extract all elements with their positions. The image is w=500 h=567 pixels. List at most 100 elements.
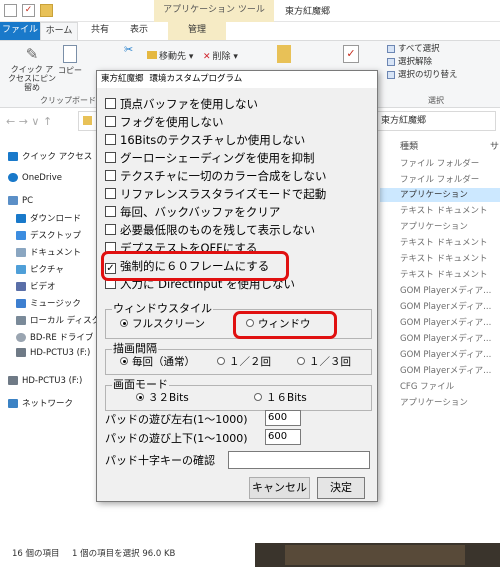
tab-home[interactable]: ホーム bbox=[40, 22, 78, 40]
delete-button[interactable]: ✕ 削除 ▾ bbox=[203, 49, 238, 62]
file-row[interactable]: テキスト ドキュメント bbox=[400, 252, 487, 264]
file-row[interactable]: GOM Playerメディア... bbox=[400, 348, 491, 360]
checkbox-box[interactable] bbox=[105, 98, 116, 109]
move-to-button[interactable]: 移動先 ▾ bbox=[147, 49, 193, 62]
nav-item-desktop[interactable]: デスクトップ bbox=[16, 229, 81, 241]
pad-cross-input[interactable] bbox=[228, 451, 370, 469]
pad-ud-label: パッドの遊び上下(1〜1000) bbox=[105, 432, 248, 445]
tab-view[interactable]: 表示 bbox=[120, 22, 158, 40]
properties-large-icon[interactable]: ✓ bbox=[343, 45, 359, 63]
file-row[interactable]: アプリケーション bbox=[400, 396, 468, 408]
document-icon bbox=[16, 248, 26, 257]
checkbox-16bit-textures[interactable]: 16Bitsのテクスチャしか使用しない bbox=[105, 133, 305, 149]
pad-cross-label: パッド十字キーの確認 bbox=[105, 454, 215, 467]
file-row[interactable]: ファイル フォルダー bbox=[400, 173, 479, 185]
invert-selection-icon bbox=[387, 70, 395, 79]
checkbox-box[interactable] bbox=[105, 224, 116, 235]
explorer-titlebar: ✓ アプリケーション ツール 東方紅魔郷 bbox=[0, 0, 500, 22]
checkbox-box[interactable] bbox=[105, 206, 116, 217]
pad-ud-input[interactable]: 600 bbox=[265, 429, 301, 445]
nav-item-documents[interactable]: ドキュメント bbox=[16, 246, 81, 258]
radio-16bits[interactable]: １６Bits bbox=[254, 392, 307, 405]
properties-icon[interactable]: ✓ bbox=[22, 4, 35, 17]
file-row[interactable]: テキスト ドキュメント bbox=[400, 268, 487, 280]
file-row[interactable]: CFG ファイル bbox=[400, 380, 454, 392]
custom-config-dialog: 東方紅魔郷 環境カスタムプログラム 頂点バッファを使用しない フォグを使用しない … bbox=[96, 70, 378, 502]
checkbox-box[interactable] bbox=[105, 170, 116, 181]
checkbox-box[interactable] bbox=[105, 116, 116, 127]
checkbox-box[interactable] bbox=[105, 134, 116, 145]
file-row[interactable]: テキスト ドキュメント bbox=[400, 204, 487, 216]
radio-dot[interactable] bbox=[217, 357, 225, 365]
invert-selection-button[interactable]: 選択の切り替え bbox=[387, 69, 497, 82]
file-row[interactable]: テキスト ドキュメント bbox=[400, 236, 487, 248]
file-row[interactable]: GOM Playerメディア... bbox=[400, 332, 491, 344]
cloud-icon bbox=[8, 173, 18, 182]
new-folder-icon[interactable] bbox=[40, 4, 53, 17]
checkbox-box[interactable] bbox=[105, 152, 116, 163]
select-none-icon bbox=[387, 57, 395, 66]
nav-item-hd-pctu3-root[interactable]: HD-PCTU3 (F:) bbox=[8, 376, 82, 386]
new-folder-large-icon[interactable] bbox=[277, 45, 291, 63]
nav-item-downloads[interactable]: ダウンロード bbox=[16, 212, 81, 224]
radio-dot[interactable] bbox=[136, 393, 144, 401]
select-all-button[interactable]: すべて選択 bbox=[387, 43, 497, 56]
file-row[interactable]: GOM Playerメディア... bbox=[400, 284, 491, 296]
nav-item-pictures[interactable]: ピクチャ bbox=[16, 263, 64, 275]
drive-icon bbox=[8, 376, 18, 385]
nav-item-bd-drive[interactable]: BD-RE ドライブ (E bbox=[16, 331, 105, 343]
ok-button[interactable]: 決定 bbox=[317, 477, 365, 499]
checkbox-no-vertex-buffer[interactable]: 頂点バッファを使用しない bbox=[105, 97, 258, 113]
checkbox-no-fog[interactable]: フォグを使用しない bbox=[105, 115, 224, 131]
pad-lr-input[interactable]: 600 bbox=[265, 410, 301, 426]
radio-dot[interactable] bbox=[254, 393, 262, 401]
ribbon-tabs: ファイル ホーム 共有 表示 管理 bbox=[0, 22, 500, 40]
nav-arrows-icon[interactable]: ← → ∨ ↑ bbox=[6, 115, 52, 128]
column-header-size[interactable]: サ bbox=[490, 139, 499, 152]
copy-button[interactable]: コピー bbox=[58, 45, 82, 76]
file-row[interactable]: アプリケーション bbox=[400, 220, 468, 232]
checkbox-reference-rasterizer[interactable]: リファレンスラスタライズモードで起動 bbox=[105, 187, 326, 203]
file-row-selected[interactable]: アプリケーション bbox=[380, 188, 500, 202]
nav-item-hd-pctu3[interactable]: HD-PCTU3 (F:) bbox=[16, 348, 90, 358]
network-icon bbox=[8, 399, 18, 408]
nav-item-network[interactable]: ネットワーク bbox=[8, 397, 73, 409]
dialog-title-game: 東方紅魔郷 bbox=[101, 74, 144, 84]
checkbox-clear-backbuffer[interactable]: 毎回、バックバッファをクリア bbox=[105, 205, 280, 221]
pin-quick-access-button[interactable]: ✎ クイック アクセスにピン留め bbox=[8, 45, 56, 92]
file-row[interactable]: GOM Playerメディア... bbox=[400, 316, 491, 328]
video-icon bbox=[16, 282, 26, 291]
music-icon bbox=[16, 299, 26, 308]
nav-item-onedrive[interactable]: OneDrive bbox=[8, 173, 62, 183]
radio-every-frame[interactable]: 毎回（通常） bbox=[120, 356, 195, 369]
radio-half[interactable]: １／２回 bbox=[217, 356, 271, 369]
nav-item-music[interactable]: ミュージック bbox=[16, 297, 81, 309]
cut-icon[interactable]: ✂ bbox=[124, 43, 133, 56]
highlight-window-option bbox=[233, 311, 337, 339]
nav-item-pc[interactable]: PC bbox=[8, 196, 33, 206]
radio-fullscreen[interactable]: フルスクリーン bbox=[120, 318, 205, 331]
column-header-type[interactable]: 種類 bbox=[400, 139, 418, 152]
file-row[interactable]: GOM Playerメディア... bbox=[400, 300, 491, 312]
radio-32bits[interactable]: ３２Bits bbox=[136, 392, 189, 405]
checkbox-minimal-display[interactable]: 必要最低限のものを残して表示しない bbox=[105, 223, 315, 239]
radio-dot[interactable] bbox=[297, 357, 305, 365]
nav-item-quick-access[interactable]: クイック アクセス bbox=[8, 150, 92, 162]
file-row[interactable]: GOM Playerメディア... bbox=[400, 364, 491, 376]
checkbox-suppress-gouraud[interactable]: グーローシェーディングを使用を抑制 bbox=[105, 151, 314, 167]
search-input[interactable]: 東方紅魔郷 bbox=[376, 111, 496, 131]
tab-share[interactable]: 共有 bbox=[82, 22, 118, 40]
tab-manage[interactable]: 管理 bbox=[168, 22, 226, 40]
radio-dot[interactable] bbox=[120, 319, 128, 327]
radio-third[interactable]: １／３回 bbox=[297, 356, 351, 369]
pad-lr-label: パッドの遊び左右(1〜1000) bbox=[105, 413, 248, 426]
checkbox-no-color-blend[interactable]: テクスチャに一切のカラー合成をしない bbox=[105, 169, 327, 185]
tab-file[interactable]: ファイル bbox=[0, 22, 40, 40]
file-row[interactable]: ファイル フォルダー bbox=[400, 157, 479, 169]
select-none-button[interactable]: 選択解除 bbox=[387, 56, 497, 69]
nav-item-videos[interactable]: ビデオ bbox=[16, 280, 56, 292]
radio-dot[interactable] bbox=[120, 357, 128, 365]
computer-icon bbox=[8, 196, 18, 205]
cancel-button[interactable]: キャンセル bbox=[249, 477, 310, 499]
checkbox-box[interactable] bbox=[105, 188, 116, 199]
